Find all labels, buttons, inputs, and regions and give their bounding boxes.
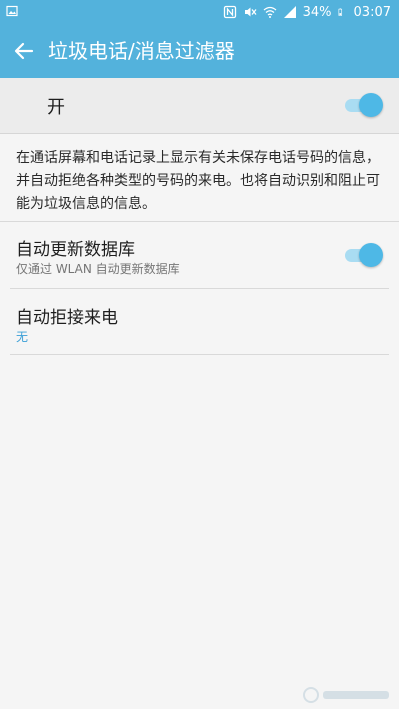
nfc-icon (223, 5, 236, 19)
clock: 03:07 (353, 4, 391, 20)
gallery-icon (6, 5, 18, 17)
feature-description: 在通话屏幕和电话记录上显示有关未保存电话号码的信息，并自动拒绝各种类型的号码的来… (16, 150, 380, 212)
master-toggle[interactable] (345, 93, 383, 117)
wifi-icon (263, 6, 277, 18)
battery-icon (338, 8, 342, 16)
auto-update-toggle[interactable] (345, 243, 383, 267)
signal-icon (283, 6, 296, 18)
auto-update-subtitle: 仅通过 WLAN 自动更新数据库 (16, 262, 180, 276)
auto-update-title: 自动更新数据库 (16, 240, 135, 260)
auto-reject-value: 无 (16, 330, 29, 344)
arrow-left-icon[interactable] (12, 39, 36, 63)
master-switch-label: 开 (47, 97, 65, 118)
auto-reject-title: 自动拒接来电 (16, 308, 118, 328)
auto-reject-calls-row[interactable]: 自动拒接来电 无 (0, 290, 399, 354)
status-bar: 34% 03:07 (0, 0, 399, 24)
master-switch-row[interactable]: 开 (0, 78, 399, 134)
battery-percent: 34% (302, 4, 332, 20)
mute-icon (244, 7, 257, 17)
auto-update-database-row[interactable]: 自动更新数据库 仅通过 WLAN 自动更新数据库 (0, 222, 399, 288)
toggle-knob (359, 93, 383, 117)
app-bar: 垃圾电话/消息过滤器 (0, 24, 399, 78)
toggle-knob (359, 243, 383, 267)
watermark-logo (303, 687, 389, 703)
divider (10, 354, 389, 355)
divider (10, 288, 389, 289)
page-title: 垃圾电话/消息过滤器 (48, 39, 235, 63)
